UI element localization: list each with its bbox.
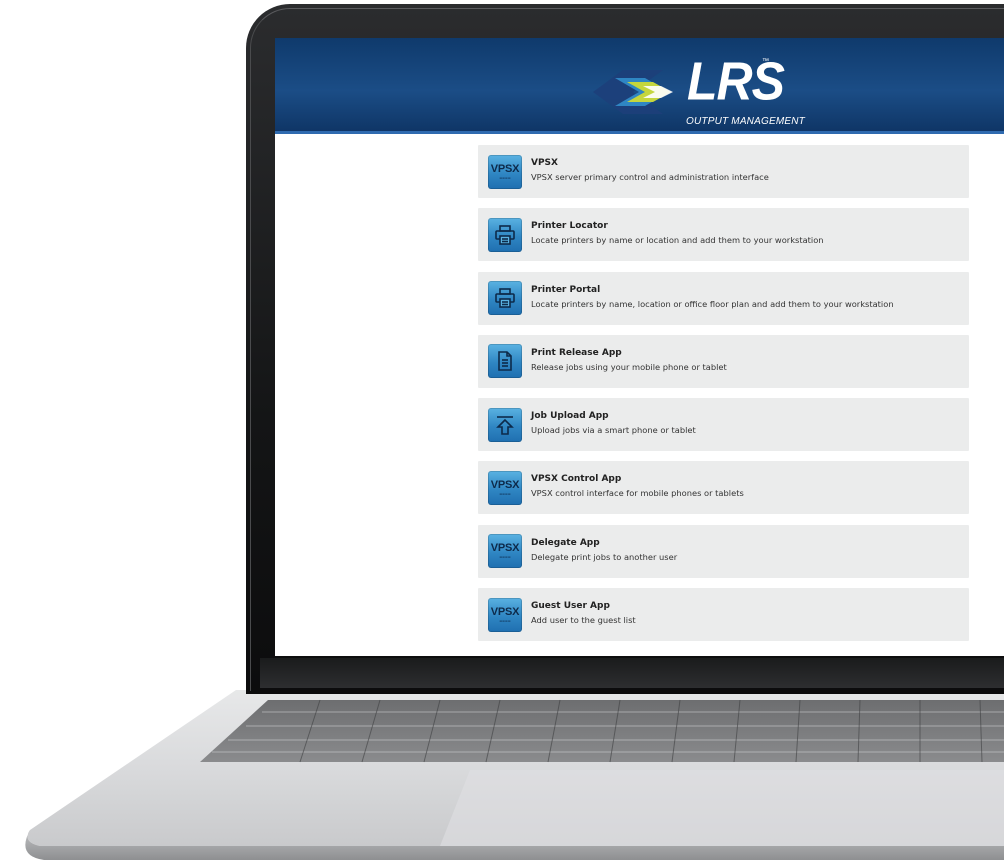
app-description: Add user to the guest list	[531, 615, 636, 626]
vpsx-icon: VPSX ▬▬▬▬	[488, 597, 522, 632]
vpsx-icon: VPSX ▬▬▬▬	[488, 534, 522, 569]
app-title[interactable]: Delegate App	[531, 538, 600, 548]
app-description: Locate printers by name or location and …	[531, 235, 824, 246]
app-tile-job-upload[interactable]: Job Upload App Upload jobs via a smart p…	[478, 398, 969, 452]
app-title[interactable]: Print Release App	[531, 348, 622, 358]
logo-wordmark: LRS	[687, 50, 785, 112]
upload-icon	[488, 407, 522, 442]
vpsx-icon-text: VPSX	[490, 162, 520, 175]
logo-subtitle: OUTPUT MANAGEMENT	[686, 116, 805, 127]
vpsx-icon-text: VPSX	[490, 478, 520, 491]
vpsx-icon-sub: ▬▬▬▬	[499, 618, 511, 623]
app-tile-vpsx-control[interactable]: VPSX ▬▬▬▬ VPSX Control App VPSX control …	[478, 461, 969, 515]
app-tile-print-release[interactable]: Print Release App Release jobs using you…	[478, 334, 969, 388]
page-header: LRS ™ OUTPUT MANAGEMENT	[275, 38, 1004, 134]
app-list: VPSX ▬▬▬▬ VPSX VPSX server primary contr…	[478, 145, 969, 651]
app-description: Release jobs using your mobile phone or …	[531, 361, 727, 372]
vpsx-icon-text: VPSX	[490, 542, 520, 555]
vpsx-icon: VPSX ▬▬▬▬	[488, 154, 522, 189]
app-description: Upload jobs via a smart phone or tablet	[531, 425, 696, 436]
app-title[interactable]: VPSX Control App	[531, 474, 621, 484]
app-title[interactable]: Printer Portal	[531, 285, 600, 295]
app-title[interactable]: Printer Locator	[531, 221, 608, 231]
logo-trademark: ™	[762, 58, 769, 65]
app-description: VPSX server primary control and administ…	[531, 172, 769, 182]
app-description: VPSX control interface for mobile phones…	[531, 488, 744, 499]
app-tile-printer-locator[interactable]: Printer Locator Locate printers by name …	[478, 208, 969, 262]
app-tile-vpsx[interactable]: VPSX ▬▬▬▬ VPSX VPSX server primary contr…	[478, 145, 969, 198]
app-tile-delegate[interactable]: VPSX ▬▬▬▬ Delegate App Delegate print jo…	[478, 524, 969, 578]
laptop-screen: LRS ™ OUTPUT MANAGEMENT VPSX ▬▬▬▬ VPSX V…	[275, 38, 1004, 656]
app-title[interactable]: Job Upload App	[531, 411, 609, 421]
app-description: Locate printers by name, location or off…	[531, 298, 894, 309]
vpsx-icon-sub: ▬▬▬▬	[499, 491, 511, 496]
vpsx-icon-text: VPSX	[490, 605, 520, 618]
app-tile-printer-portal[interactable]: Printer Portal Locate printers by name, …	[478, 271, 969, 325]
app-title[interactable]: Guest User App	[531, 601, 610, 611]
laptop-bezel-chin	[260, 658, 1004, 688]
document-icon	[488, 344, 522, 379]
printer-icon	[488, 281, 522, 316]
printer-icon	[488, 217, 522, 252]
app-title[interactable]: VPSX	[531, 158, 558, 168]
app-tile-guest-user[interactable]: VPSX ▬▬▬▬ Guest User App Add user to the…	[478, 588, 969, 642]
vpsx-icon: VPSX ▬▬▬▬	[488, 470, 522, 505]
app-description: Delegate print jobs to another user	[531, 551, 678, 562]
vpsx-icon-sub: ▬▬▬▬	[499, 175, 511, 180]
vpsx-icon-sub: ▬▬▬▬	[499, 555, 511, 560]
